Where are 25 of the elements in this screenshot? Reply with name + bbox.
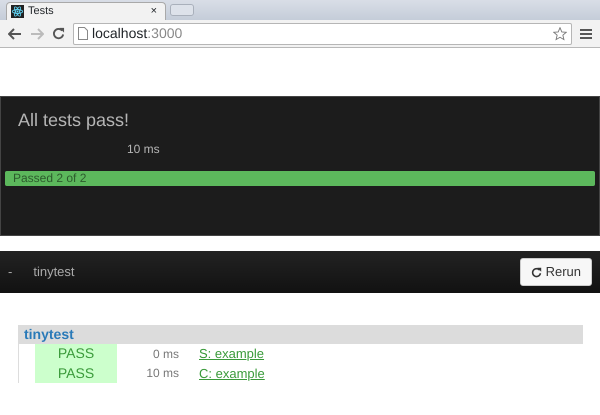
browser-tab[interactable]: Tests × xyxy=(6,2,166,20)
duration-text: 10 ms xyxy=(126,141,160,158)
tab-title: Tests xyxy=(28,4,55,20)
status-cell: PASS xyxy=(35,344,117,364)
group-header: tinytest xyxy=(18,325,583,344)
menu-icon[interactable] xyxy=(580,28,592,40)
reload-icon[interactable] xyxy=(52,27,65,40)
react-icon xyxy=(11,5,24,18)
address-bar[interactable]: localhost:3000 xyxy=(73,22,572,44)
status-cell: PASS xyxy=(35,364,117,383)
page-icon xyxy=(78,27,88,40)
progress-bar: Passed 2 of 2 xyxy=(5,170,595,186)
test-link[interactable]: C: example xyxy=(199,364,265,383)
back-icon[interactable] xyxy=(8,28,22,40)
refresh-icon xyxy=(530,266,542,278)
time-cell-text: 0 ms xyxy=(152,346,179,363)
star-icon[interactable] xyxy=(553,26,567,40)
test-link[interactable]: S: example xyxy=(199,344,264,364)
url-text: localhost:3000 xyxy=(92,24,182,43)
rerun-button[interactable]: Rerun xyxy=(520,258,592,286)
time-cell-text: 10 ms xyxy=(145,365,179,382)
close-icon[interactable]: × xyxy=(150,3,157,20)
collapse-toggle[interactable]: - xyxy=(8,262,12,282)
summary-title: All tests pass! xyxy=(17,109,130,132)
suite-label: tinytest xyxy=(33,263,76,282)
